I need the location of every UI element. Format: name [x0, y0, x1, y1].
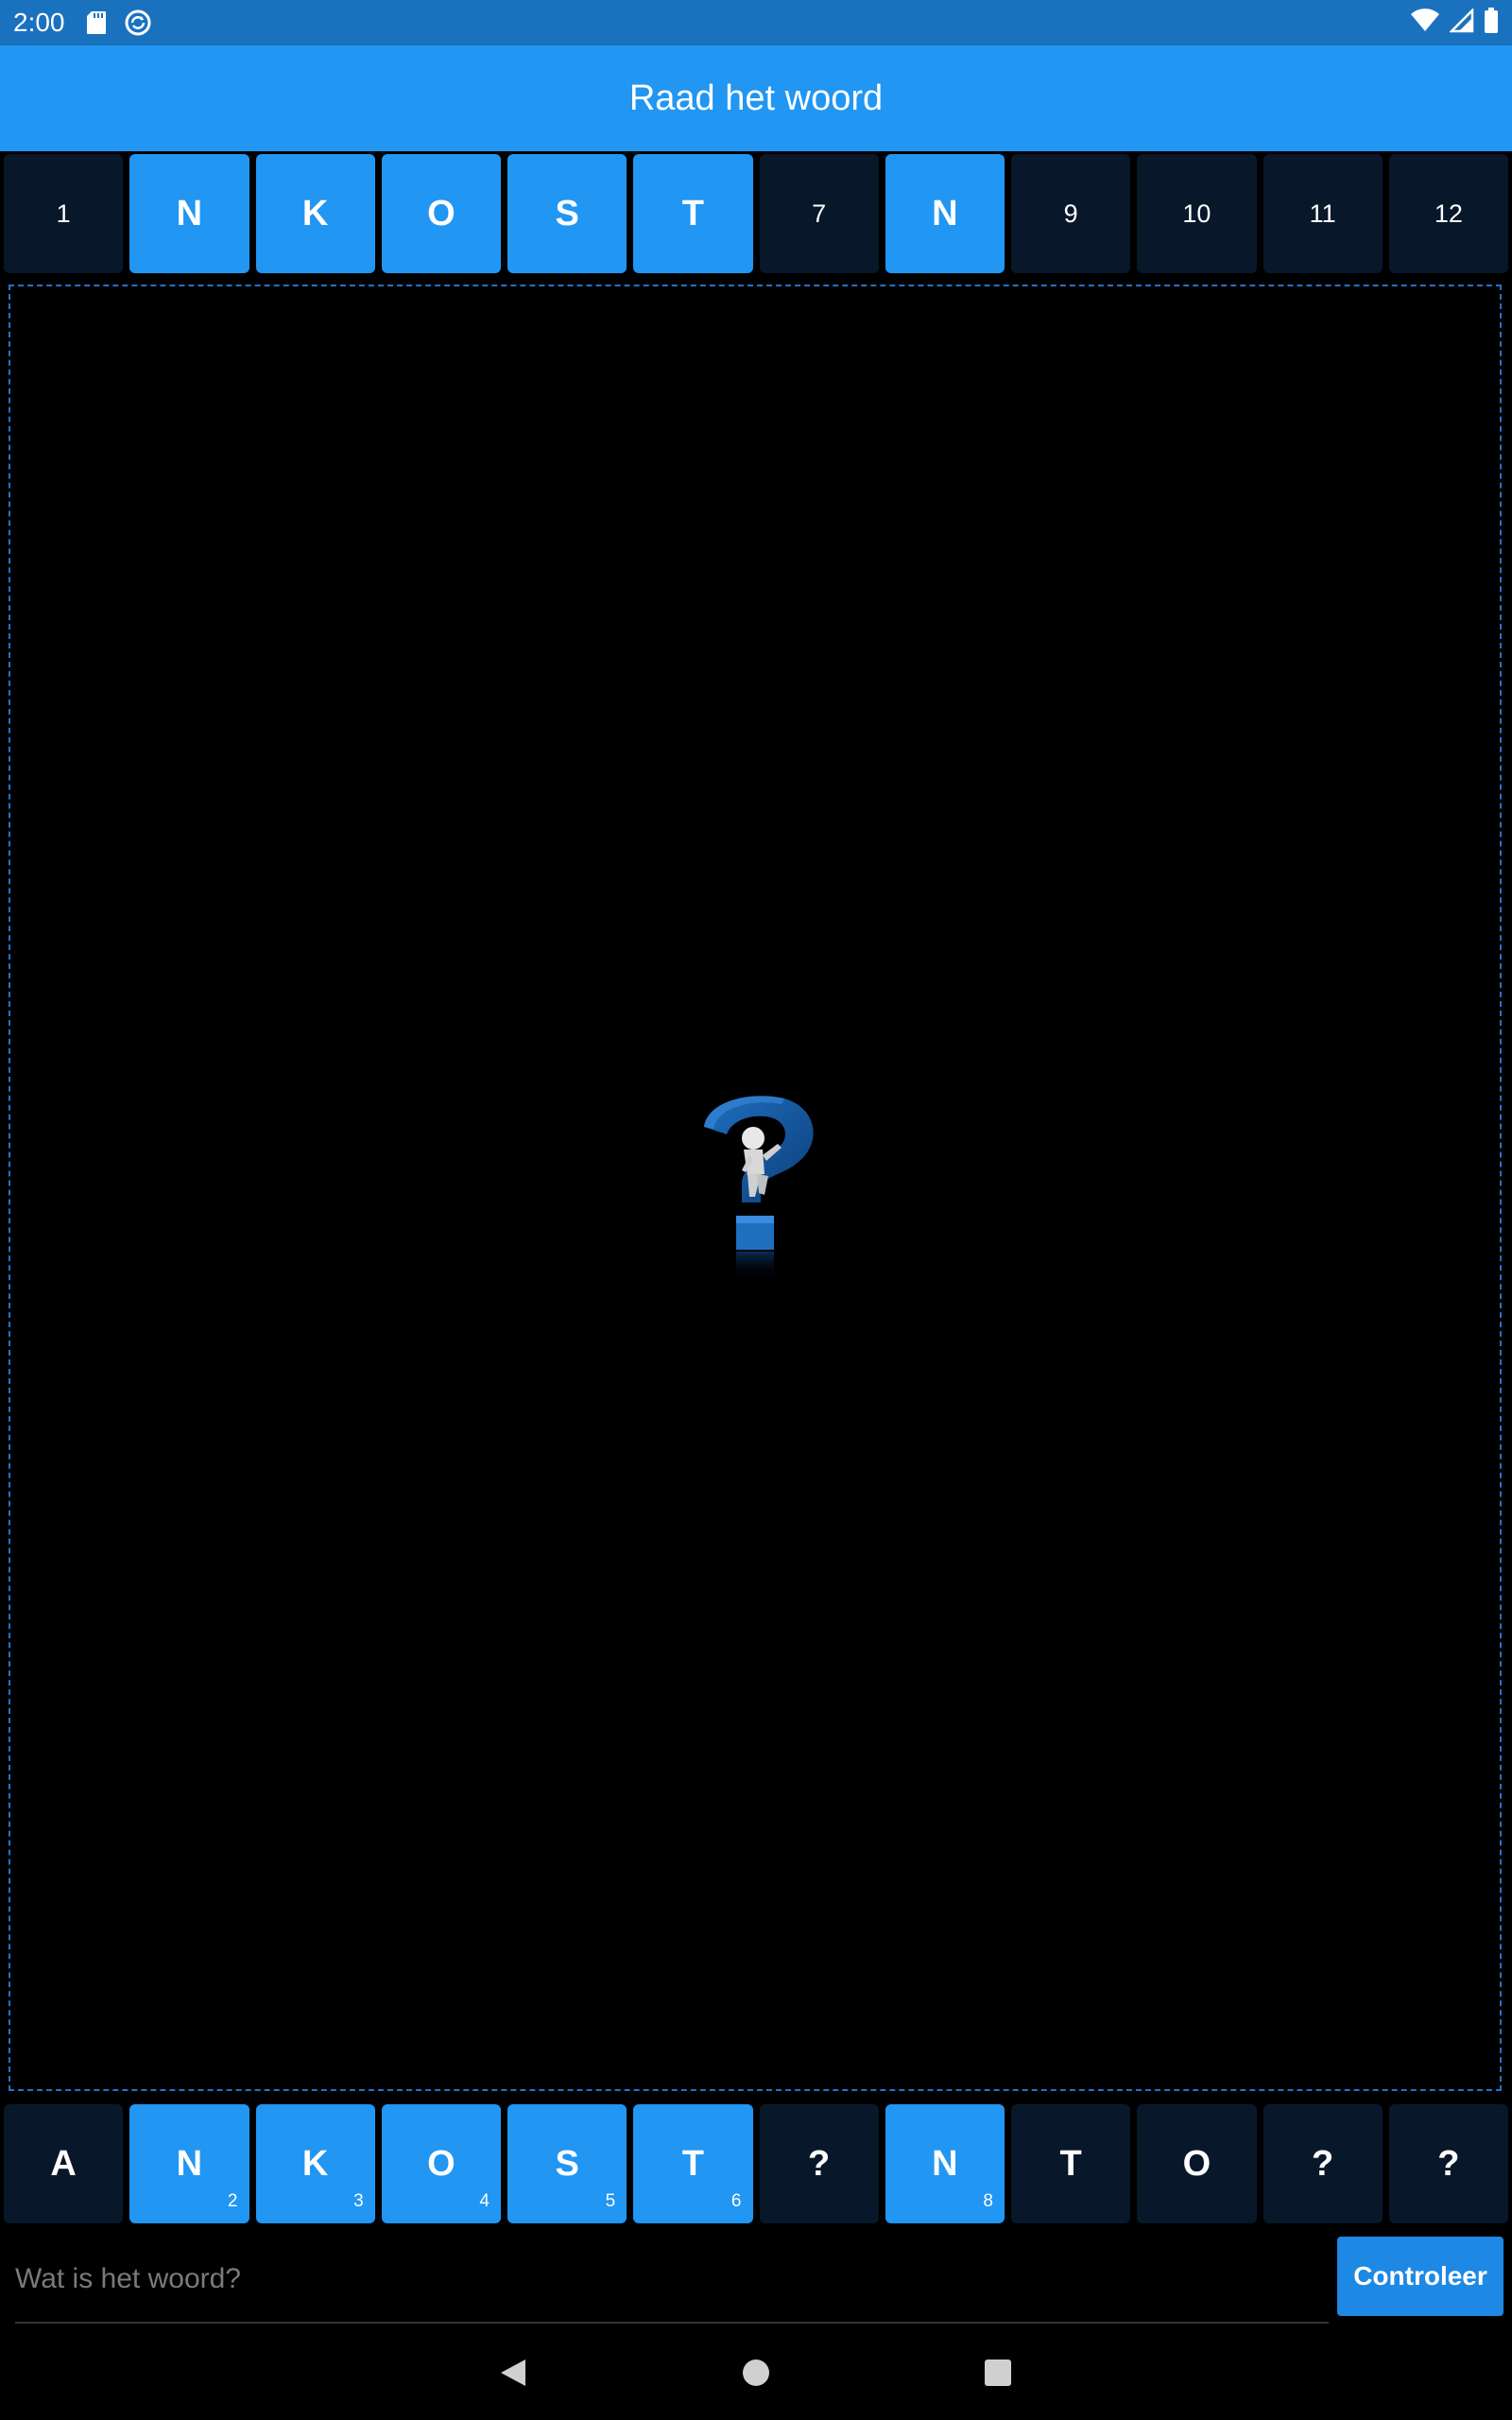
tile-letter: K	[301, 193, 329, 233]
tile-letter: ?	[1312, 2143, 1334, 2184]
tile-letter: T	[681, 2143, 704, 2184]
revealed-letter-tile: T	[633, 154, 753, 273]
status-bar: 2:00	[0, 0, 1512, 45]
sd-card-icon	[86, 10, 107, 35]
tile-letter: O	[1182, 2143, 1211, 2184]
check-button[interactable]: Controleer	[1337, 2237, 1503, 2316]
letter-choice-tile[interactable]: S5	[507, 2104, 627, 2223]
letter-pool-row: A N 2 K 3 O 4 S 5 T 6? N 8 T O??	[2, 2104, 1510, 2223]
revealed-letter-tile: O	[381, 154, 501, 273]
tile-letter: N	[932, 2143, 958, 2184]
letter-choice-tile[interactable]: ?	[759, 2104, 879, 2223]
page-title: Raad het woord	[628, 78, 884, 118]
app-bar: Raad het woord	[0, 45, 1512, 151]
tile-letter: T	[1059, 2143, 1082, 2184]
tile-letter: S	[555, 193, 579, 233]
revealed-letter-tile: S	[507, 154, 627, 273]
letter-choice-tile[interactable]: O4	[381, 2104, 501, 2223]
hidden-letter-tile: 10	[1137, 154, 1257, 273]
battery-icon	[1484, 7, 1499, 39]
system-nav-bar	[0, 2325, 1512, 2420]
tile-position-number: 2	[227, 2191, 238, 2211]
tile-letter: N	[932, 193, 958, 233]
status-time: 2:00	[13, 8, 65, 37]
letter-choice-tile[interactable]: N8	[885, 2104, 1005, 2223]
letter-choice-tile[interactable]: K3	[255, 2104, 375, 2223]
tile-letter: ?	[808, 2143, 831, 2184]
letter-choice-tile[interactable]: T	[1011, 2104, 1131, 2223]
question-mark-figure-icon	[695, 1091, 827, 1289]
tile-position-number: 5	[605, 2191, 616, 2211]
top-letter-row: 1 N K O S T 7 N 9 10 11 12	[2, 154, 1510, 273]
signal-icon	[1448, 7, 1474, 38]
letter-choice-tile[interactable]: ?	[1263, 2104, 1383, 2223]
hidden-letter-tile: 11	[1263, 154, 1383, 273]
letter-choice-tile[interactable]: O	[1137, 2104, 1257, 2223]
letter-choice-tile[interactable]: A	[4, 2104, 124, 2223]
hidden-letter-tile: 7	[759, 154, 879, 273]
revealed-letter-tile: K	[255, 154, 375, 273]
tile-number: 1	[56, 199, 71, 228]
tile-number: 7	[812, 199, 827, 228]
tile-position-number: 3	[353, 2191, 364, 2211]
tile-number: 12	[1434, 199, 1463, 228]
letter-choice-tile[interactable]: ?	[1388, 2104, 1508, 2223]
tile-position-number: 4	[479, 2191, 490, 2211]
revealed-letter-tile: N	[129, 154, 249, 273]
revealed-letter-tile: N	[885, 154, 1005, 273]
tile-number: 10	[1182, 199, 1211, 228]
hidden-letter-tile: 9	[1011, 154, 1131, 273]
tile-letter: O	[427, 193, 455, 233]
tile-letter: N	[176, 193, 203, 233]
status-right-icons	[1410, 7, 1499, 39]
hidden-letter-tile: 12	[1388, 154, 1508, 273]
tile-number: 9	[1063, 199, 1078, 228]
letter-choice-tile[interactable]: T6	[633, 2104, 753, 2223]
tile-letter: O	[427, 2143, 455, 2184]
wifi-icon	[1410, 8, 1440, 38]
letter-choice-tile[interactable]: N2	[129, 2104, 249, 2223]
recents-icon[interactable]	[970, 2344, 1026, 2401]
tile-letter: N	[176, 2143, 203, 2184]
tile-letter: ?	[1437, 2143, 1460, 2184]
answer-row: Controleer	[0, 2237, 1512, 2324]
tile-letter: K	[301, 2143, 329, 2184]
answer-input[interactable]	[15, 2237, 1329, 2324]
tile-letter: S	[555, 2143, 579, 2184]
sync-icon	[124, 9, 152, 37]
tile-position-number: 8	[983, 2191, 993, 2211]
back-icon[interactable]	[485, 2344, 541, 2401]
tile-letter: A	[50, 2143, 77, 2184]
tile-position-number: 6	[730, 2191, 742, 2211]
hidden-letter-tile: 1	[4, 154, 124, 273]
tile-letter: T	[681, 193, 704, 233]
tile-number: 11	[1309, 199, 1336, 228]
home-icon[interactable]	[728, 2344, 784, 2401]
